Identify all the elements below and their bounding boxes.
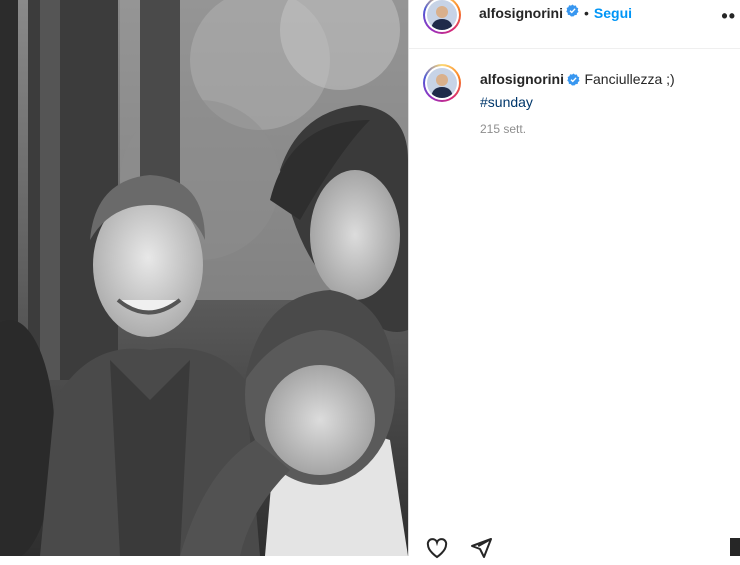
caption-username[interactable]: alfosignorini (480, 71, 564, 87)
bookmark-icon[interactable] (730, 538, 740, 556)
follow-button[interactable]: Segui (594, 5, 632, 21)
separator-dot: • (584, 5, 589, 21)
send-icon[interactable] (469, 536, 493, 565)
caption-verified-badge-icon (567, 71, 580, 92)
caption-avatar-image (427, 68, 457, 98)
post-timestamp[interactable]: 215 sett. (480, 119, 720, 140)
caption-hashtag[interactable]: #sunday (480, 94, 533, 110)
heart-icon[interactable] (425, 536, 449, 565)
post-header: alfosignorini • Segui •• (409, 0, 740, 49)
caption-block: alfosignorini Fanciullezza ;) #sunday 21… (480, 69, 720, 140)
post-photo[interactable] (0, 0, 408, 556)
more-options-icon[interactable]: •• (721, 6, 736, 27)
author-avatar[interactable] (423, 0, 461, 34)
post-actions (425, 536, 493, 565)
caption-avatar[interactable] (423, 64, 461, 102)
avatar-image (427, 0, 457, 30)
verified-badge-icon (566, 4, 579, 22)
author-username[interactable]: alfosignorini (479, 5, 563, 21)
caption-text: Fanciullezza ;) (584, 71, 675, 87)
post-side-pane: alfosignorini • Segui •• alfosignorini F… (409, 0, 740, 559)
post-photo-image (0, 0, 408, 556)
